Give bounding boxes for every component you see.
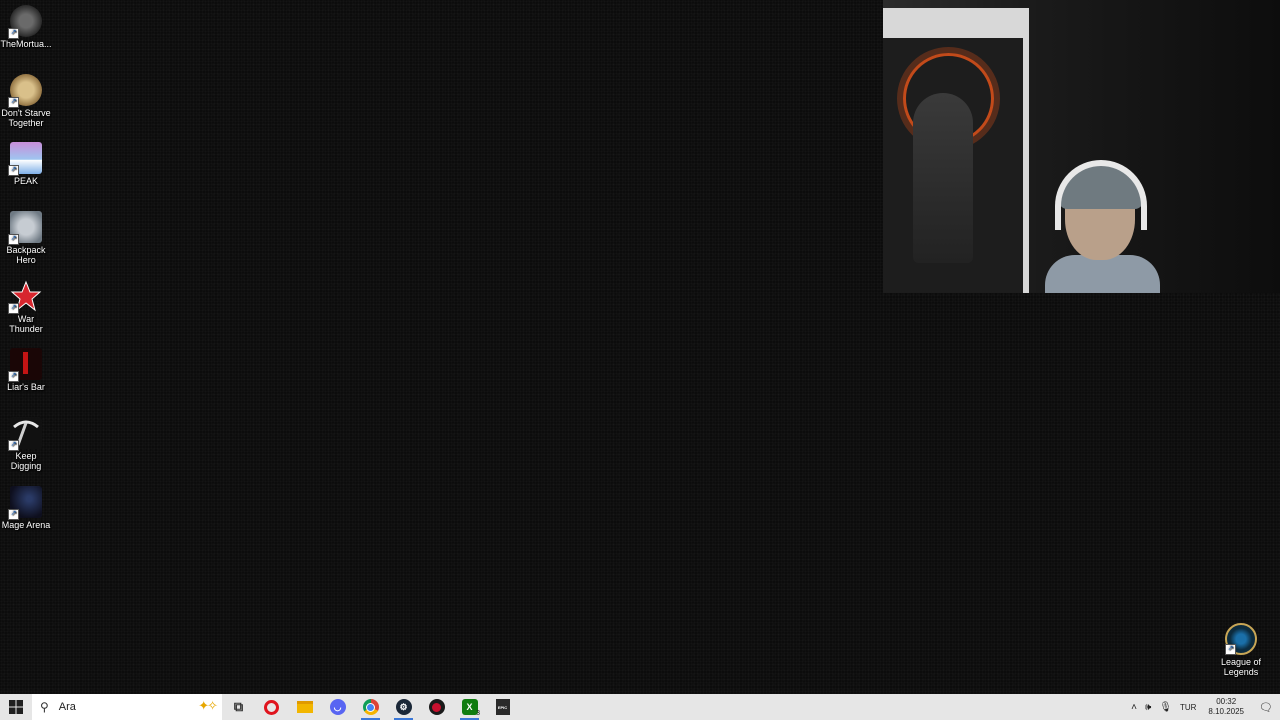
opera-icon bbox=[264, 699, 279, 715]
poster-figure bbox=[913, 93, 973, 263]
folder-icon bbox=[296, 701, 313, 713]
shortcut-arrow-icon: ↗ bbox=[8, 371, 19, 382]
desktop-icon-label: Mage Arena bbox=[1, 520, 51, 530]
red-app-button[interactable] bbox=[420, 694, 453, 720]
desktop-icon-war-thunder[interactable]: ↗ War Thunder bbox=[0, 280, 52, 334]
desktop-icon-label: League of Legends bbox=[1220, 657, 1262, 677]
search-placeholder: Ara bbox=[58, 701, 76, 713]
desktop-icon-label: War Thunder bbox=[9, 314, 43, 334]
shortcut-arrow-icon: ↗ bbox=[1225, 644, 1236, 655]
desktop-icon-mage-arena[interactable]: ↗ Mage Arena bbox=[0, 486, 52, 530]
webcam-overlay bbox=[883, 0, 1280, 293]
task-view-button[interactable]: ⧉ bbox=[222, 694, 255, 720]
streamer bbox=[1045, 160, 1160, 293]
desktop-icon-label: Keep Digging bbox=[10, 451, 42, 471]
dont-starve-together-icon: ↗ bbox=[8, 74, 42, 108]
discord-button[interactable]: ◡ bbox=[321, 694, 354, 720]
shortcut-arrow-icon: ↗ bbox=[8, 165, 19, 176]
windows-logo-icon bbox=[9, 700, 23, 714]
xbox-button[interactable]: X 3 bbox=[453, 694, 486, 720]
opera-button[interactable] bbox=[255, 694, 288, 720]
taskbar: ⚲ Ara ✦✧ ⧉ ◡ ⚙ X 3 EPIC ˄ 🕪 🎙 TUR 00:32 … bbox=[0, 694, 1280, 720]
language-indicator[interactable]: TUR bbox=[1176, 703, 1200, 712]
steam-icon: ⚙ bbox=[395, 699, 412, 715]
search-icon: ⚲ bbox=[40, 700, 49, 714]
mage-arena-icon: ↗ bbox=[8, 486, 42, 520]
desktop-icon-label: Don't Starve Together bbox=[1, 108, 51, 128]
steam-button[interactable]: ⚙ bbox=[387, 694, 420, 720]
clock-date: 8.10.2025 bbox=[1208, 707, 1244, 716]
system-tray: ˄ 🕪 🎙 TUR 00:32 8.10.2025 🗨 bbox=[1127, 694, 1280, 720]
discord-icon: ◡ bbox=[329, 699, 346, 715]
desktop-icon-peak[interactable]: ↗ PEAK bbox=[0, 142, 52, 186]
speaker-icon[interactable]: 🕪 bbox=[1141, 702, 1155, 713]
xbox-icon: X bbox=[461, 699, 478, 715]
epic-games-icon: EPIC bbox=[495, 699, 510, 715]
shortcut-arrow-icon: ↗ bbox=[8, 28, 19, 39]
league-of-legends-icon: ↗ bbox=[1225, 623, 1257, 655]
shortcut-arrow-icon: ↗ bbox=[8, 303, 19, 314]
backpack-hero-icon: ↗ bbox=[8, 211, 42, 245]
microphone-icon[interactable]: 🎙 bbox=[1155, 702, 1176, 713]
streamer-shirt bbox=[1045, 255, 1160, 293]
clock-time: 00:32 bbox=[1216, 697, 1237, 706]
peak-icon: ↗ bbox=[8, 142, 42, 176]
desktop-icon-league-of-legends[interactable]: ↗ League of Legends bbox=[1215, 623, 1267, 677]
task-view-icon: ⧉ bbox=[233, 699, 244, 714]
search-box[interactable]: ⚲ Ara ✦✧ bbox=[32, 694, 222, 720]
xbox-badge: 3 bbox=[476, 710, 480, 717]
liars-bar-icon: ↗ bbox=[8, 348, 42, 382]
notification-center-icon[interactable]: 🗨 bbox=[1252, 701, 1280, 714]
epic-games-button[interactable]: EPIC bbox=[486, 694, 519, 720]
headset-icon bbox=[1055, 160, 1147, 230]
chevron-up-icon[interactable]: ˄ bbox=[1127, 702, 1141, 713]
clock[interactable]: 00:32 8.10.2025 bbox=[1200, 697, 1252, 717]
desktop-icon-mortuary[interactable]: ↗ TheMortua... bbox=[0, 5, 52, 49]
desktop-icon-label: PEAK bbox=[13, 176, 38, 186]
start-button[interactable] bbox=[0, 694, 32, 720]
chrome-button[interactable] bbox=[354, 694, 387, 720]
mortuary-assistant-icon: ↗ bbox=[8, 5, 42, 39]
shortcut-arrow-icon: ↗ bbox=[8, 97, 19, 108]
shortcut-arrow-icon: ↗ bbox=[8, 440, 19, 451]
desktop-icon-label: Backpack Hero bbox=[6, 245, 46, 265]
shortcut-arrow-icon: ↗ bbox=[8, 509, 19, 520]
file-explorer-button[interactable] bbox=[288, 694, 321, 720]
war-thunder-icon: ↗ bbox=[8, 280, 42, 314]
keep-digging-icon: ↗ bbox=[8, 417, 42, 451]
wall-poster bbox=[883, 8, 1029, 293]
desktop-icon-backpack-hero[interactable]: ↗ Backpack Hero bbox=[0, 211, 52, 265]
desktop-icon-label: Liar's Bar bbox=[7, 382, 45, 392]
red-app-icon bbox=[428, 699, 445, 715]
desktop-icon-keep-digging[interactable]: ↗ Keep Digging bbox=[0, 417, 52, 471]
desktop-icon-label: TheMortua... bbox=[0, 39, 52, 49]
desktop-icon-dont-starve[interactable]: ↗ Don't Starve Together bbox=[0, 74, 52, 128]
shortcut-arrow-icon: ↗ bbox=[8, 234, 19, 245]
desktop-icon-liars-bar[interactable]: ↗ Liar's Bar bbox=[0, 348, 52, 392]
search-highlight-icon: ✦✧ bbox=[198, 698, 218, 713]
chrome-icon bbox=[362, 699, 379, 715]
